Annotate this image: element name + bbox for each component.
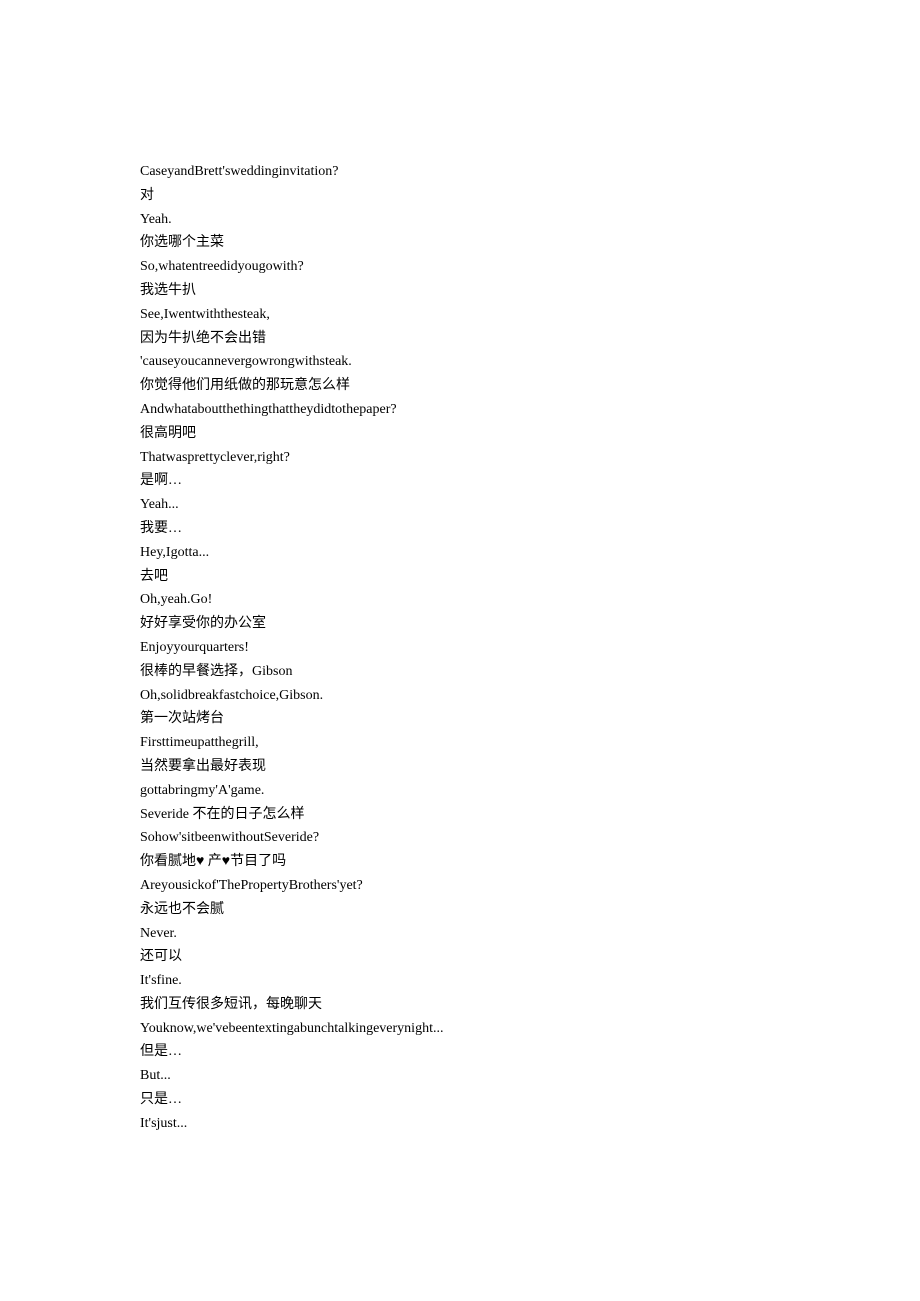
text-line: 'causeyoucannevergowrongwithsteak. — [140, 350, 780, 374]
text-line: Yeah... — [140, 493, 780, 517]
text-line: CaseyandBrett'sweddinginvitation? — [140, 160, 780, 184]
document-page: CaseyandBrett'sweddinginvitation?对Yeah.你… — [0, 0, 920, 1301]
text-line: So,whatentreedidyougowith? — [140, 255, 780, 279]
text-line: 还可以 — [140, 945, 780, 969]
text-line: Enjoyyourquarters! — [140, 636, 780, 660]
text-line: 你觉得他们用纸做的那玩意怎么样 — [140, 374, 780, 398]
text-line: It'sjust... — [140, 1112, 780, 1136]
text-line: 我选牛扒 — [140, 279, 780, 303]
text-line: Firsttimeupatthegrill, — [140, 731, 780, 755]
text-line: See,Iwentwiththesteak, — [140, 303, 780, 327]
text-line: 很高明吧 — [140, 422, 780, 446]
document-body: CaseyandBrett'sweddinginvitation?对Yeah.你… — [140, 160, 780, 1136]
text-line: 是啊… — [140, 469, 780, 493]
text-line: Oh,yeah.Go! — [140, 588, 780, 612]
text-line: 因为牛扒绝不会出错 — [140, 327, 780, 351]
text-line: 但是… — [140, 1040, 780, 1064]
text-line: 第一次站烤台 — [140, 707, 780, 731]
text-line: gottabringmy'A'game. — [140, 779, 780, 803]
text-line: Areyousickof'ThePropertyBrothers'yet? — [140, 874, 780, 898]
text-line: Never. — [140, 922, 780, 946]
text-line: Hey,Igotta... — [140, 541, 780, 565]
text-line: It'sfine. — [140, 969, 780, 993]
text-line: 只是… — [140, 1088, 780, 1112]
text-line: Sohow'sitbeenwithoutSeveride? — [140, 826, 780, 850]
text-line: Yeah. — [140, 208, 780, 232]
text-line: 永远也不会腻 — [140, 898, 780, 922]
text-line: Thatwasprettyclever,right? — [140, 446, 780, 470]
text-line: 去吧 — [140, 565, 780, 589]
text-line: Severide 不在的日子怎么样 — [140, 803, 780, 827]
text-line: 很棒的早餐选择，Gibson — [140, 660, 780, 684]
text-line: But... — [140, 1064, 780, 1088]
text-line: 我要… — [140, 517, 780, 541]
text-line: Youknow,we'vebeentextingabunchtalkingeve… — [140, 1017, 780, 1041]
text-line: 好好享受你的办公室 — [140, 612, 780, 636]
text-line: 你看腻地♥ 产♥节目了吗 — [140, 850, 780, 874]
text-line: 当然要拿出最好表现 — [140, 755, 780, 779]
text-line: 我们互传很多短讯，每晚聊天 — [140, 993, 780, 1017]
text-line: 你选哪个主菜 — [140, 231, 780, 255]
text-line: Andwhataboutthethingthattheydidtothepape… — [140, 398, 780, 422]
text-line: 对 — [140, 184, 780, 208]
text-line: Oh,solidbreakfastchoice,Gibson. — [140, 684, 780, 708]
